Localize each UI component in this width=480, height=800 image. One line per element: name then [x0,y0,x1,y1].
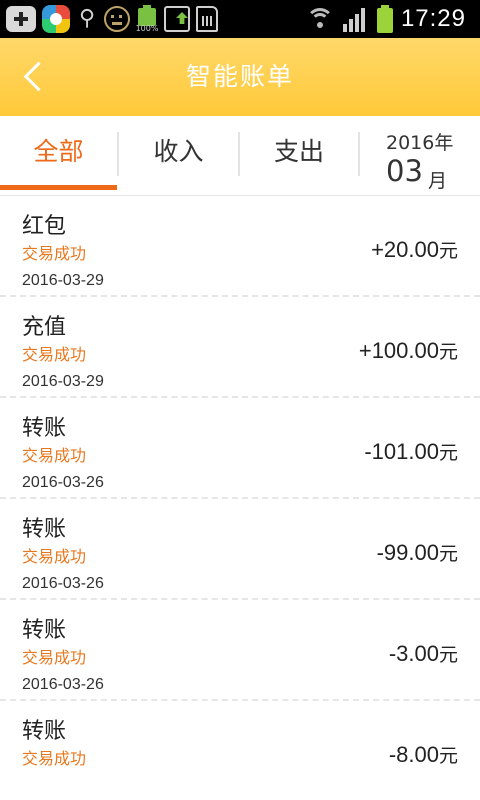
list-item[interactable]: 红包 交易成功 2016-03-29 +20.00元 [0,196,480,297]
amount-unit: 元 [438,745,458,767]
transaction-date: 2016-03-29 [22,272,104,289]
amount-unit: 元 [438,543,458,565]
usb-icon: ⚲ [78,6,96,31]
wifi-icon [305,6,335,32]
transaction-status: 交易成功 [22,749,87,768]
title-bar: 智能账单 [0,38,480,116]
amount-unit: 元 [438,644,458,666]
list-item[interactable]: 充值 交易成功 2016-03-29 +100.00元 [0,297,480,398]
transaction-status: 交易成功 [22,648,87,667]
transaction-status: 交易成功 [22,244,87,263]
year-label: 2016年 [386,132,454,154]
transaction-list: 红包 交易成功 2016-03-29 +20.00元 充值 交易成功 2016-… [0,196,480,800]
filter-tabs: 全部 收入 支出 2016年 03 月 [0,116,480,196]
transaction-title: 转账 [22,719,67,744]
active-tab-indicator [0,185,117,190]
amount-value: -3.00 [388,641,439,666]
transaction-title: 转账 [22,618,67,643]
amount-value: +100.00 [358,338,439,363]
month-picker[interactable]: 2016年 03 月 [360,116,480,196]
clock: 17:29 [400,5,466,32]
transaction-status: 交易成功 [22,547,87,566]
month-unit: 月 [428,170,448,192]
amount-unit: 元 [438,442,458,464]
amount-value: -8.00 [388,742,439,767]
chevron-left-icon[interactable] [22,62,44,92]
amount-value: -99.00 [376,540,439,565]
status-bar: ⚲ 100% 17:29 [0,0,480,38]
battery-icon: 100% [136,5,158,33]
list-item[interactable]: 转账 交易成功 -8.00元 [0,701,480,800]
list-item[interactable]: 转账 交易成功 2016-03-26 -3.00元 [0,600,480,701]
transaction-title: 转账 [22,416,67,441]
signal-icon [342,6,369,32]
transaction-date: 2016-03-29 [22,373,104,390]
battery-percent-label: 100% [135,24,159,33]
transaction-amount: -99.00元 [377,539,458,566]
transaction-title: 转账 [22,517,67,542]
transaction-amount: +20.00元 [371,236,458,263]
system-icons: 17:29 [305,4,466,34]
tab-expense[interactable]: 支出 [240,116,358,196]
transaction-date: 2016-03-26 [22,474,104,491]
face-icon [104,6,130,32]
amount-value: +20.00 [371,237,439,262]
transaction-amount: +100.00元 [359,337,458,364]
transaction-title: 红包 [22,214,67,239]
month-value: 03 [386,154,423,188]
amount-unit: 元 [438,341,458,363]
sim-icon [196,6,218,32]
app-store-icon [42,5,70,33]
transaction-title: 充值 [22,315,67,340]
transaction-amount: -101.00元 [364,438,458,465]
transaction-status: 交易成功 [22,345,87,364]
transaction-amount: -8.00元 [389,741,458,768]
transaction-amount: -3.00元 [389,640,458,667]
tab-all[interactable]: 全部 [0,116,117,196]
update-icon [164,6,190,32]
battery-icon [376,5,393,33]
amount-value: -101.00 [364,439,439,464]
page-title: 智能账单 [185,62,294,91]
list-item[interactable]: 转账 交易成功 2016-03-26 -99.00元 [0,499,480,600]
transaction-date: 2016-03-26 [22,575,104,592]
tab-income[interactable]: 收入 [119,116,238,196]
list-item[interactable]: 转账 交易成功 2016-03-26 -101.00元 [0,398,480,499]
transaction-status: 交易成功 [22,446,87,465]
amount-unit: 元 [438,240,458,262]
notification-icons: ⚲ 100% [6,4,218,34]
add-icon [6,6,36,32]
transaction-date: 2016-03-26 [22,676,104,693]
